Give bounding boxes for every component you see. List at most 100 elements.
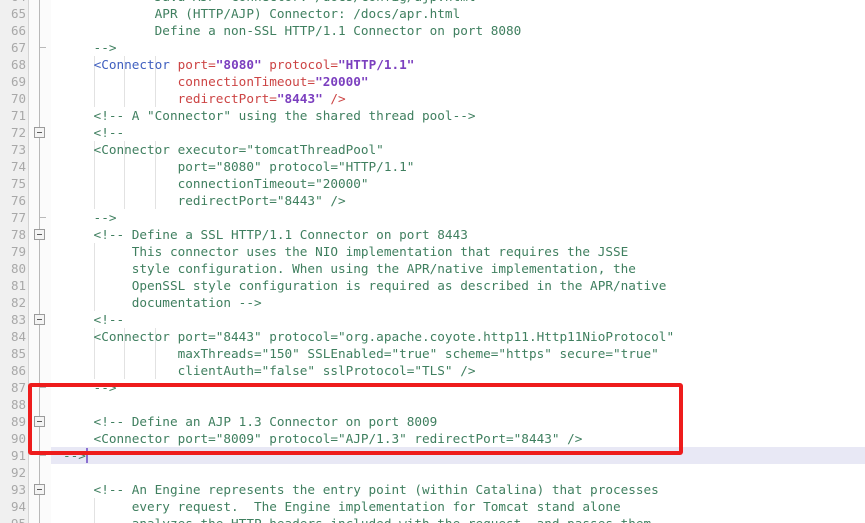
code-line[interactable]: <Connector port="8009" protocol="AJP/1.3…: [51, 430, 865, 447]
code-line[interactable]: connectionTimeout="20000": [51, 175, 865, 192]
code-content-area[interactable]: Java AJP Connector: /docs/config/ajp.htm…: [51, 0, 865, 523]
code-line[interactable]: <!--: [51, 124, 865, 141]
code-line-text: connectionTimeout="20000": [63, 175, 369, 192]
token-comment: APR (HTTP/AJP) Connector: /docs/apr.html: [63, 6, 461, 21]
line-number: 69: [10, 74, 26, 89]
line-number: 83: [10, 312, 26, 327]
token-comment: -->: [63, 210, 117, 225]
line-number: 84: [10, 329, 26, 344]
code-line[interactable]: documentation -->: [51, 294, 865, 311]
code-line-text: <Connector executor="tomcatThreadPool": [63, 141, 384, 158]
code-line[interactable]: OpenSSL style configuration is required …: [51, 277, 865, 294]
code-line[interactable]: <!--: [51, 311, 865, 328]
line-number: 88: [10, 397, 26, 412]
token-attr: />: [322, 91, 346, 106]
token-comment: clientAuth="false" sslProtocol="TLS" />: [63, 363, 476, 378]
code-line[interactable]: [51, 464, 865, 481]
fold-collapse-icon[interactable]: [34, 127, 45, 138]
line-number: 86: [10, 363, 26, 378]
token-val: "8443": [276, 91, 323, 106]
line-number: 94: [10, 499, 26, 514]
code-line-text: <Connector port="8080" protocol="HTTP/1.…: [63, 56, 415, 73]
line-number: 68: [10, 57, 26, 72]
token-attr: connectionTimeout=: [177, 74, 316, 89]
code-line-text: redirectPort="8443" />: [63, 90, 346, 107]
line-number: 74: [10, 159, 26, 174]
code-line[interactable]: clientAuth="false" sslProtocol="TLS" />: [51, 362, 865, 379]
code-line[interactable]: Define a non-SSL HTTP/1.1 Connector on p…: [51, 22, 865, 39]
code-line-text: clientAuth="false" sslProtocol="TLS" />: [63, 362, 476, 379]
fold-collapse-icon[interactable]: [34, 229, 45, 240]
line-number: 73: [10, 142, 26, 157]
line-number: 75: [10, 176, 26, 191]
code-line[interactable]: style configuration. When using the APR/…: [51, 260, 865, 277]
token-comment: Java AJP Connector: /docs/config/ajp.htm…: [63, 0, 476, 4]
fold-end-tick-icon: [39, 47, 46, 48]
line-number: 78: [10, 227, 26, 242]
code-line-text: -->: [63, 447, 86, 464]
token-comment: <Connector port="8009" protocol="AJP/1.3…: [63, 431, 583, 446]
token-comment: documentation -->: [63, 295, 262, 310]
code-line-text: <!-- An Engine represents the entry poin…: [63, 481, 659, 498]
code-line-text: This connector uses the NIO implementati…: [63, 243, 629, 260]
fold-end-tick-icon: [39, 455, 46, 456]
token-comment: maxThreads="150" SSLEnabled="true" schem…: [63, 346, 659, 361]
code-line[interactable]: analyzes the HTTP headers included with …: [51, 515, 865, 523]
code-line[interactable]: [51, 396, 865, 413]
line-number: 90: [10, 431, 26, 446]
code-line-text: connectionTimeout="20000": [63, 73, 369, 90]
code-line[interactable]: connectionTimeout="20000": [51, 73, 865, 90]
token-comment: connectionTimeout="20000": [63, 176, 369, 191]
token-comment: -->: [63, 448, 86, 463]
code-line[interactable]: -->: [51, 379, 865, 396]
fold-collapse-icon[interactable]: [34, 314, 45, 325]
line-number: 72: [10, 125, 26, 140]
code-line[interactable]: <Connector executor="tomcatThreadPool": [51, 141, 865, 158]
code-line[interactable]: port="8080" protocol="HTTP/1.1": [51, 158, 865, 175]
code-line[interactable]: <!-- Define an AJP 1.3 Connector on port…: [51, 413, 865, 430]
code-line-text: maxThreads="150" SSLEnabled="true" schem…: [63, 345, 659, 362]
code-line[interactable]: -->: [51, 39, 865, 56]
code-folding-strip[interactable]: [29, 0, 51, 523]
token-comment: <Connector port="8443" protocol="org.apa…: [63, 329, 675, 344]
token-attr: port=: [177, 57, 216, 72]
line-number: 70: [10, 91, 26, 106]
fold-end-tick-icon: [39, 387, 46, 388]
code-line[interactable]: <Connector port="8443" protocol="org.apa…: [51, 328, 865, 345]
code-line[interactable]: <!-- A "Connector" using the shared thre…: [51, 107, 865, 124]
code-line-text: <Connector port="8009" protocol="AJP/1.3…: [63, 430, 583, 447]
code-line[interactable]: APR (HTTP/AJP) Connector: /docs/apr.html: [51, 5, 865, 22]
code-line[interactable]: <!-- Define a SSL HTTP/1.1 Connector on …: [51, 226, 865, 243]
code-line-text: APR (HTTP/AJP) Connector: /docs/apr.html: [63, 5, 461, 22]
token-comment: every request. The Engine implementation…: [63, 499, 621, 514]
code-line-text: <!--: [63, 311, 125, 328]
line-number: 81: [10, 278, 26, 293]
code-line[interactable]: maxThreads="150" SSLEnabled="true" schem…: [51, 345, 865, 362]
token-comment: <!-- A "Connector" using the shared thre…: [63, 108, 476, 123]
code-line-text: -->: [63, 379, 117, 396]
code-line-text: redirectPort="8443" />: [63, 192, 346, 209]
token-attr: protocol=: [261, 57, 339, 72]
code-line[interactable]: redirectPort="8443" />: [51, 192, 865, 209]
code-line-current[interactable]: -->: [51, 447, 865, 464]
code-line-text: <!-- Define an AJP 1.3 Connector on port…: [63, 413, 438, 430]
code-editor[interactable]: 6465666768697071727374757677787980818283…: [0, 0, 865, 523]
code-line-text: analyzes the HTTP headers included with …: [63, 515, 651, 523]
code-line[interactable]: redirectPort="8443" />: [51, 90, 865, 107]
line-number: 65: [10, 6, 26, 21]
text-caret: [85, 448, 88, 463]
fold-collapse-icon[interactable]: [34, 484, 45, 495]
code-line[interactable]: <!-- An Engine represents the entry poin…: [51, 481, 865, 498]
code-line[interactable]: This connector uses the NIO implementati…: [51, 243, 865, 260]
code-line-text: -->: [63, 209, 117, 226]
code-line[interactable]: -->: [51, 209, 865, 226]
token-comment: <Connector executor="tomcatThreadPool": [63, 142, 384, 157]
code-line[interactable]: <Connector port="8080" protocol="HTTP/1.…: [51, 56, 865, 73]
code-line-text: -->: [63, 39, 117, 56]
line-number-gutter[interactable]: 6465666768697071727374757677787980818283…: [0, 0, 29, 523]
code-line[interactable]: every request. The Engine implementation…: [51, 498, 865, 515]
code-line-text: style configuration. When using the APR/…: [63, 260, 636, 277]
fold-end-tick-icon: [39, 217, 46, 218]
fold-collapse-icon[interactable]: [34, 416, 45, 427]
